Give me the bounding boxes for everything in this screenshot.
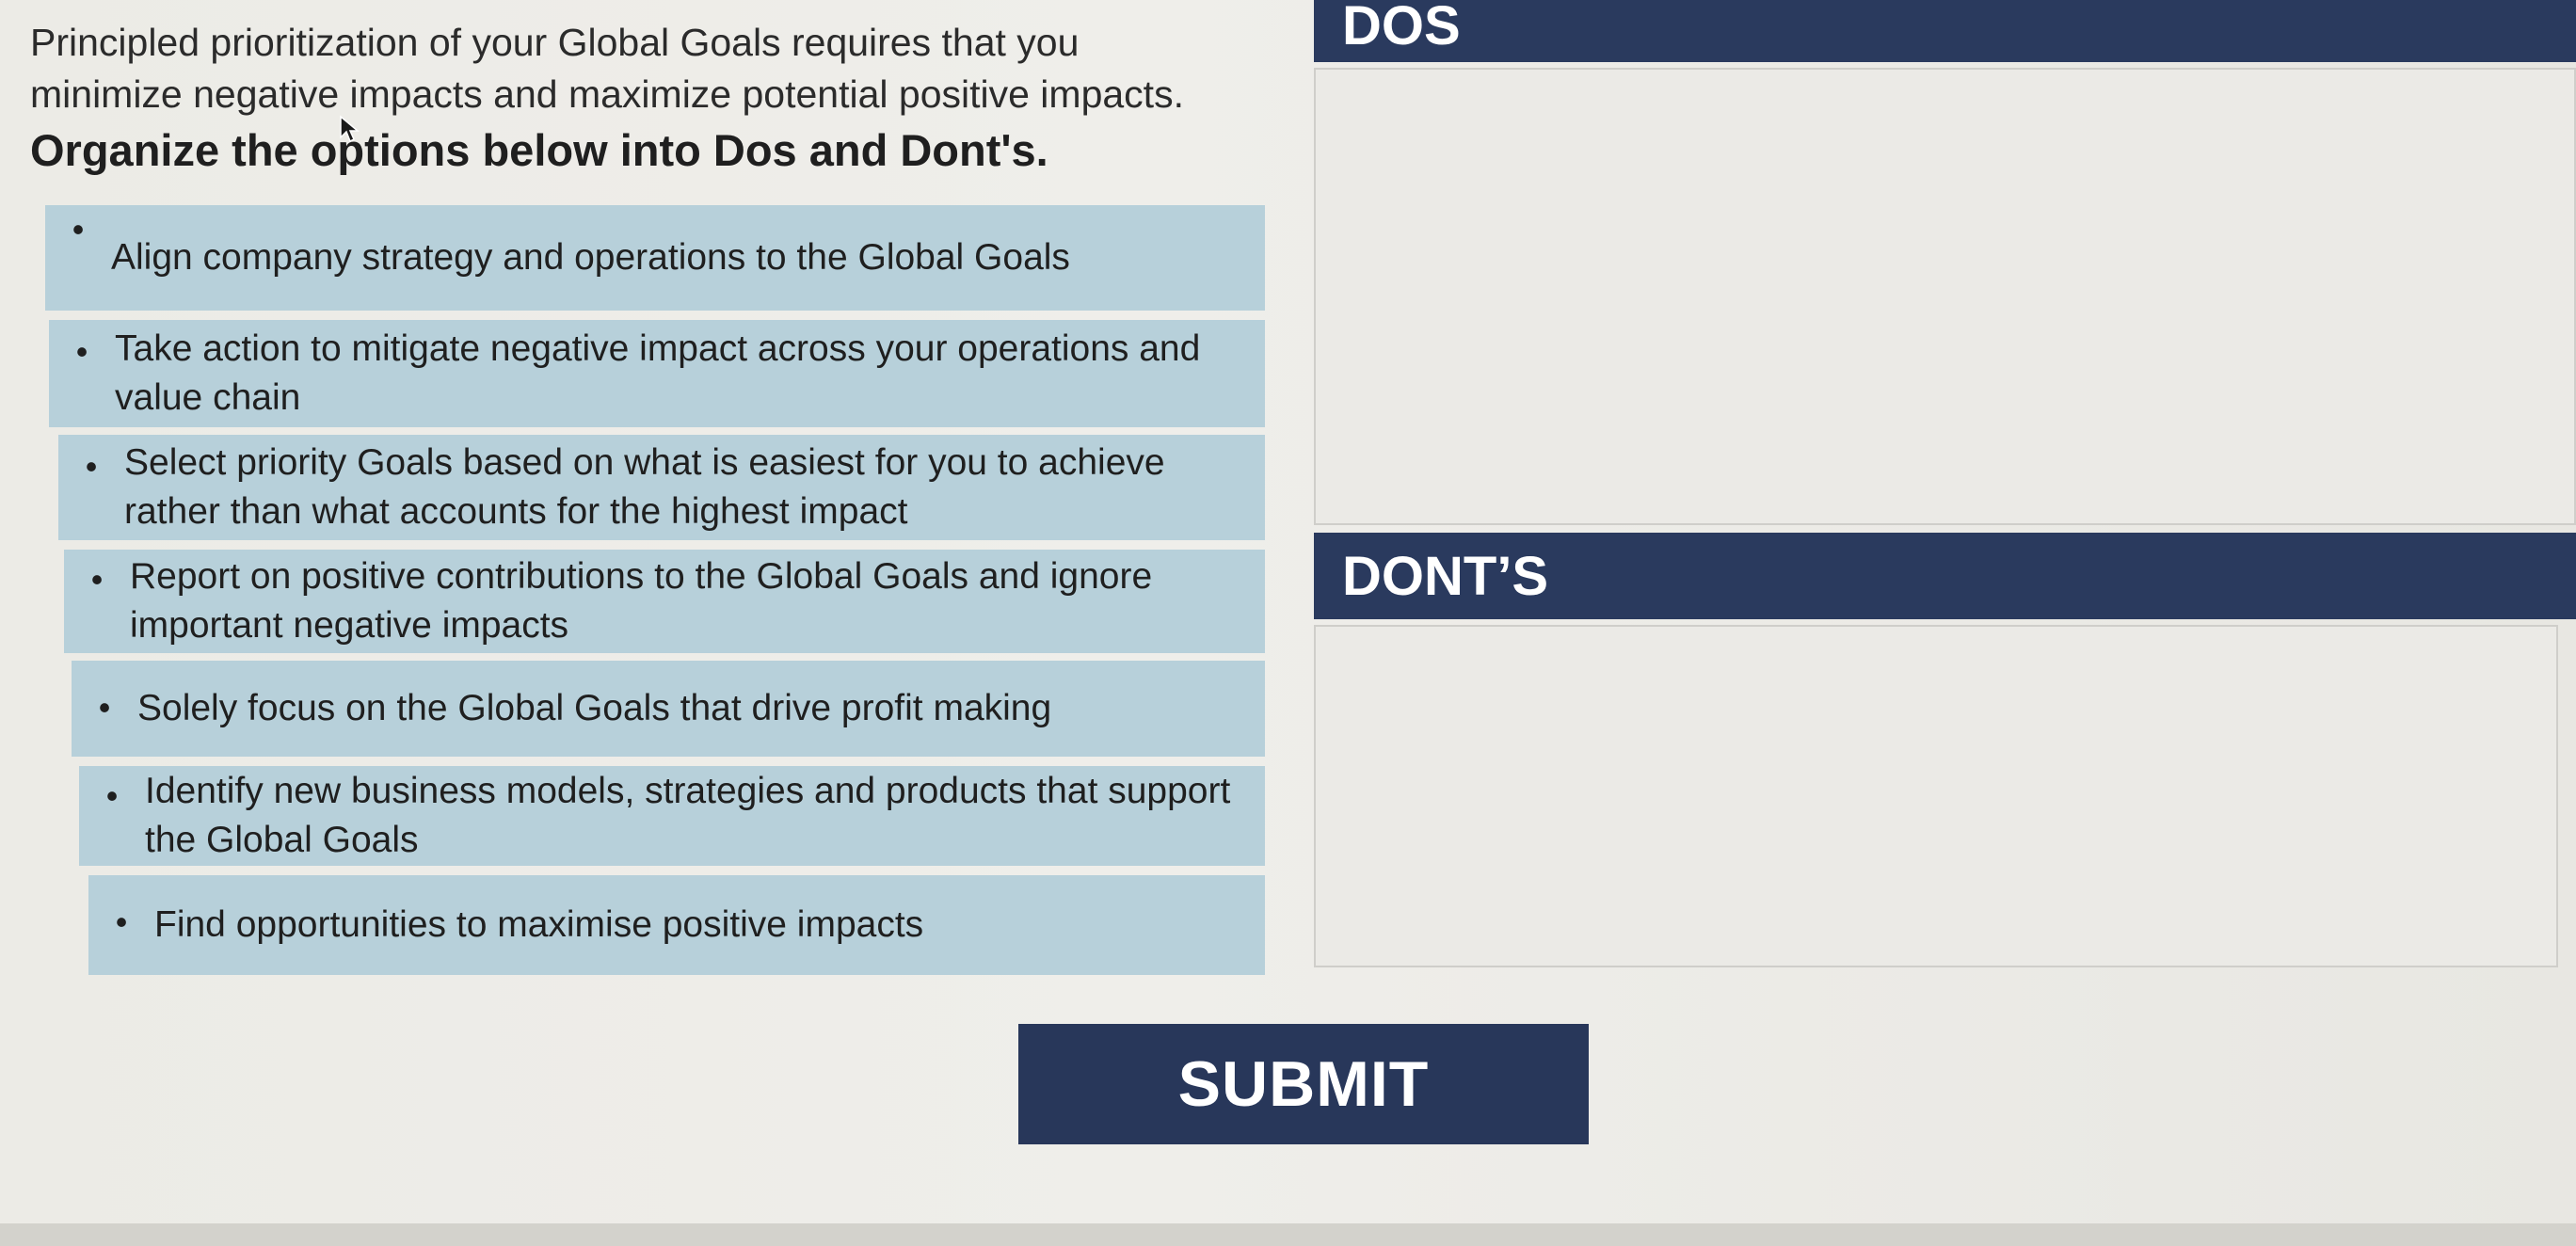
instructions-task: Organize the options below into Dos and …: [30, 125, 1048, 175]
option-item-align-strategy[interactable]: • Align company strategy and operations …: [45, 205, 1265, 311]
instructions-line-1: Principled prioritization of your Global…: [30, 21, 1080, 64]
donts-header: DONT’S: [1314, 533, 2576, 619]
option-item-maximise-positive[interactable]: • Find opportunities to maximise positiv…: [88, 875, 1265, 975]
option-label: Select priority Goals based on what is e…: [124, 442, 1165, 532]
option-item-profit-focus[interactable]: • Solely focus on the Global Goals that …: [72, 661, 1265, 757]
option-label: Solely focus on the Global Goals that dr…: [137, 688, 1052, 728]
screen-bottom-edge: [0, 1223, 2576, 1246]
dos-drop-zone[interactable]: [1314, 68, 2576, 525]
donts-drop-zone[interactable]: [1314, 625, 2558, 967]
bullet-icon: •: [72, 210, 85, 248]
option-item-report-positive[interactable]: • Report on positive contributions to th…: [64, 550, 1265, 653]
bullet-icon: •: [90, 560, 104, 599]
instructions: Principled prioritization of your Global…: [30, 17, 1310, 181]
mouse-pointer-icon: [340, 115, 360, 143]
donts-title: DONT’S: [1342, 545, 1549, 607]
bullet-icon: •: [85, 447, 98, 486]
option-item-mitigate-negative[interactable]: • Take action to mitigate negative impac…: [49, 320, 1265, 427]
bullet-icon: •: [98, 688, 111, 727]
option-item-new-business-models[interactable]: • Identify new business models, strategi…: [79, 766, 1265, 866]
option-label: Take action to mitigate negative impact …: [115, 328, 1201, 418]
dos-title: DOS: [1342, 0, 1461, 56]
option-label: Report on positive contributions to the …: [130, 556, 1153, 646]
option-label: Identify new business models, strategies…: [145, 771, 1231, 860]
bullet-icon: •: [105, 776, 119, 815]
bullet-icon: •: [115, 903, 128, 941]
option-label: Align company strategy and operations to…: [111, 237, 1070, 278]
submit-button[interactable]: SUBMIT: [1018, 1024, 1589, 1144]
bullet-icon: •: [75, 332, 88, 371]
option-label: Find opportunities to maximise positive …: [154, 904, 924, 945]
instructions-line-2: minimize negative impacts and maximize p…: [30, 72, 1184, 116]
dos-header: DOS: [1314, 0, 2576, 62]
option-item-select-easiest[interactable]: • Select priority Goals based on what is…: [58, 435, 1265, 540]
